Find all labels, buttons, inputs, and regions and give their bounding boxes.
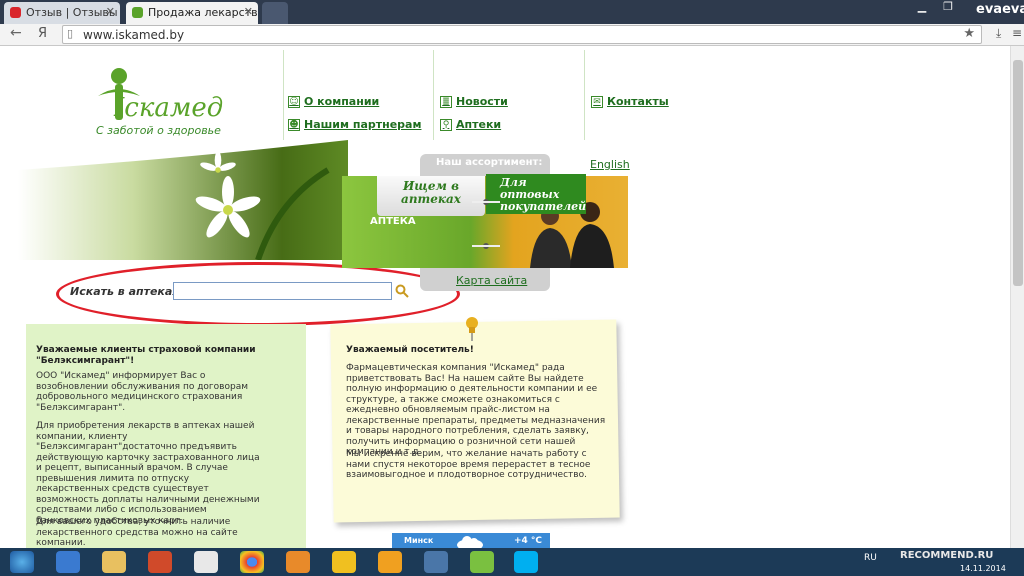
- browser-user-name[interactable]: evaeva: [976, 2, 1024, 17]
- new-tab-button[interactable]: [262, 2, 288, 24]
- insurance-paragraph: Для приобретения лекарств в аптеках наше…: [36, 421, 260, 526]
- welcome-paragraph: Мы искренне верим, что желание начать ра…: [346, 449, 591, 480]
- nav-news[interactable]: ≣ Новости: [440, 95, 508, 108]
- hero-flower-image: [18, 140, 348, 260]
- binder-rings-icon: [472, 199, 500, 249]
- app-icon[interactable]: [470, 551, 494, 573]
- browser-toolbar: ← Я ▯ www.iskamed.by ★ ⤓ ≡: [0, 24, 1024, 46]
- sitemap-link[interactable]: Карта сайта: [456, 274, 527, 287]
- ie-icon[interactable]: [56, 551, 80, 573]
- nav-divider: [584, 50, 585, 140]
- pushpin-icon: [466, 317, 478, 341]
- nav-about-label: О компании: [304, 95, 380, 108]
- browser-tab-bar: Отзыв | Отзывы покуп ✕ Продажа лекарстве…: [0, 0, 1024, 24]
- yandex-icon[interactable]: Я: [38, 26, 47, 41]
- yandex-browser-icon[interactable]: [194, 551, 218, 573]
- recommend-favicon-icon: [10, 7, 21, 18]
- language-indicator[interactable]: RU: [864, 553, 877, 563]
- pharmacy-sign: АПТЕКА: [370, 216, 416, 227]
- vk-icon[interactable]: [424, 551, 448, 573]
- welcome-paragraph: Фармацевтическая компания "Искамед" рада…: [346, 363, 606, 457]
- search-in-pharmacies-label: Ищем в аптеках: [401, 179, 461, 206]
- nav-partners[interactable]: ☻ Нашим партнерам: [288, 118, 421, 131]
- logo-text[interactable]: Іскамед: [114, 93, 223, 123]
- start-button[interactable]: [10, 551, 34, 573]
- nav-about[interactable]: ☺ О компании: [288, 95, 379, 108]
- mail-agent-icon[interactable]: [378, 551, 402, 573]
- news-icon: ≣: [440, 95, 452, 108]
- address-bar[interactable]: ▯ www.iskamed.by ★: [62, 25, 982, 44]
- insurance-paragraph: ООО "Искамед" информирует Вас о возобнов…: [36, 371, 248, 413]
- iskamed-favicon-icon: [132, 7, 143, 18]
- close-tab-icon[interactable]: ✕: [244, 5, 253, 18]
- chrome-icon[interactable]: [240, 551, 264, 573]
- app-icon[interactable]: [332, 551, 356, 573]
- weather-temperature: +4 °C: [514, 536, 543, 546]
- nav-divider: [283, 50, 284, 140]
- envelope-icon: ✉: [591, 95, 603, 108]
- person-icon: ☺: [288, 95, 300, 108]
- close-tab-icon[interactable]: ✕: [106, 5, 115, 18]
- nav-news-label: Новости: [456, 95, 508, 108]
- media-player-icon[interactable]: [148, 551, 172, 573]
- tab-iskamed[interactable]: Продажа лекарственн ✕: [126, 2, 258, 24]
- nav-divider: [433, 50, 434, 140]
- tab-label: Продажа лекарственн: [148, 6, 258, 19]
- nav-partners-label: Нашим партнерам: [304, 118, 422, 131]
- nav-contacts-label: Контакты: [607, 95, 669, 108]
- insurance-panel-title: Уважаемые клиенты страховой компании "Бе…: [36, 345, 256, 366]
- explorer-icon[interactable]: [102, 551, 126, 573]
- nav-contacts[interactable]: ✉ Контакты: [591, 95, 669, 108]
- weather-city: Минск: [404, 536, 434, 545]
- scrollbar-thumb[interactable]: [1013, 60, 1023, 286]
- skype-icon[interactable]: [514, 551, 538, 573]
- app-icon[interactable]: [286, 551, 310, 573]
- cloud-icon: [457, 536, 483, 548]
- maximize-icon[interactable]: ❐: [938, 0, 958, 16]
- nav-pharmacies-label: Аптеки: [456, 118, 502, 131]
- download-icon[interactable]: ⤓: [996, 26, 1001, 41]
- bookmark-star-icon[interactable]: ★: [963, 26, 975, 41]
- tab-reviews[interactable]: Отзыв | Отзывы покуп ✕: [4, 2, 120, 24]
- tagline: С заботой о здоровье: [96, 124, 221, 137]
- red-highlight-ellipse: [56, 262, 460, 326]
- welcome-title: Уважаемый посетитель!: [346, 345, 474, 355]
- menu-icon[interactable]: ≡: [1012, 26, 1022, 40]
- magnifier-icon: ⚲: [440, 118, 452, 131]
- wholesale-buyers-label: Для оптовых покупателей: [500, 176, 587, 213]
- english-link[interactable]: English: [590, 158, 630, 171]
- watermark: RECOMMEND.RU: [900, 550, 994, 561]
- page-scrollbar[interactable]: [1010, 46, 1024, 548]
- url-text[interactable]: www.iskamed.by: [83, 28, 184, 42]
- page-icon: ▯: [67, 27, 74, 40]
- assortment-title: Наш ассортимент:: [436, 157, 543, 168]
- partners-icon: ☻: [288, 118, 300, 131]
- minimize-icon[interactable]: ▁: [912, 0, 932, 16]
- back-arrow-icon[interactable]: ←: [10, 25, 22, 41]
- system-date[interactable]: 14.11.2014: [960, 564, 1006, 573]
- nav-pharmacies[interactable]: ⚲ Аптеки: [440, 118, 501, 131]
- insurance-paragraph: Для вашего удобства, уточнить наличие ле…: [36, 517, 238, 548]
